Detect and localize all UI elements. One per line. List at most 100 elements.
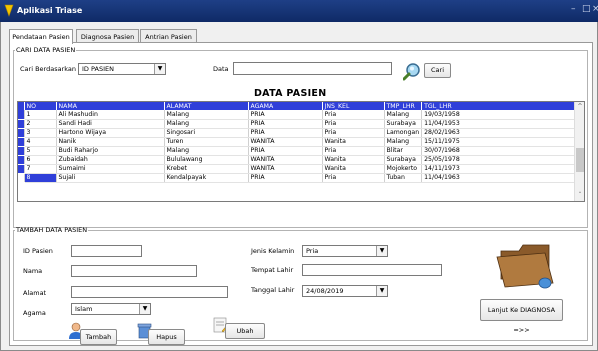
window-frame: Pendataan Pasien Diagnosa Pasien Antrian… xyxy=(0,22,598,351)
cell-tgl-lhr: 15/11/1975 xyxy=(421,137,583,147)
cell-tmp-lhr: Malang xyxy=(384,110,423,120)
maximize-icon[interactable]: □ xyxy=(582,4,591,14)
column-header-alamat[interactable]: ALAMAT xyxy=(164,102,249,110)
cell-tmp-lhr: Surabaya xyxy=(384,155,423,165)
app-icon xyxy=(4,4,14,17)
patient-table[interactable]: NO NAMA ALAMAT AGAMA JNS_KEL TMP_LHR TGL… xyxy=(17,101,585,202)
search-by-select[interactable]: ID PASIEN ▼ xyxy=(78,63,166,75)
cell-nama: Sandi Hadi xyxy=(56,119,165,129)
calendar-dropdown-icon: ▼ xyxy=(376,286,387,296)
tanggal-lahir-label: Tanggal Lahir xyxy=(251,286,295,294)
ubah-button[interactable]: Ubah xyxy=(225,323,265,339)
cell-alamat: Malang xyxy=(164,110,249,120)
cell-agama: PRIA xyxy=(248,110,323,120)
table-row[interactable]: 4 Nanik Turen WANITA Wanita Malang 15/11… xyxy=(18,137,583,147)
cell-nama: Nanik xyxy=(56,137,165,147)
cell-jns-kel: Pria xyxy=(322,146,385,156)
cell-nama: Sujali xyxy=(56,173,165,183)
close-icon[interactable]: × xyxy=(592,4,598,14)
cell-jns-kel: Wanita xyxy=(322,155,385,165)
cell-tmp-lhr: Surabaya xyxy=(384,119,423,129)
column-header-tmp-lhr[interactable]: TMP_LHR xyxy=(384,102,423,110)
cell-jns-kel: Pria xyxy=(322,110,385,120)
table-title: DATA PASIEN xyxy=(254,88,327,99)
scroll-down-icon[interactable]: ˇ xyxy=(575,191,584,201)
cell-nama: Ali Mashudin xyxy=(56,110,165,120)
jenis-kelamin-label: Jenis Kelamin xyxy=(251,247,295,255)
column-header-jns-kel[interactable]: JNS_KEL xyxy=(322,102,385,110)
table-row[interactable]: 5 Budi Raharjo Malang PRIA Pria Blitar 3… xyxy=(18,146,583,156)
scroll-up-icon[interactable]: ^ xyxy=(575,102,584,112)
cell-agama: WANITA xyxy=(248,155,323,165)
cell-agama: WANITA xyxy=(248,164,323,174)
table-scrollbar[interactable]: ^ ˇ xyxy=(574,102,584,201)
cell-no: 5 xyxy=(24,146,57,156)
id-pasien-label: ID Pasien xyxy=(23,247,53,255)
cell-jns-kel: Wanita xyxy=(322,137,385,147)
tambah-button[interactable]: Tambah xyxy=(80,329,117,345)
tab-panel-pendataan: CARI DATA PASIEN Cari Berdasarkan ID PAS… xyxy=(9,42,593,346)
tab-diagnosa-pasien[interactable]: Diagnosa Pasien xyxy=(76,29,139,43)
cell-jns-kel: Pria xyxy=(322,119,385,129)
tempat-lahir-input[interactable] xyxy=(302,264,442,276)
hapus-button[interactable]: Hapus xyxy=(148,329,185,345)
cell-tmp-lhr: Tuban xyxy=(384,173,423,183)
chevron-down-icon: ▼ xyxy=(139,304,150,314)
cell-tmp-lhr: Lamongan xyxy=(384,128,423,138)
cell-nama: Budi Raharjo xyxy=(56,146,165,156)
alamat-input[interactable] xyxy=(71,286,228,298)
table-row[interactable]: 8 Sujali Kendalpayak PRIA Pria Tuban 11/… xyxy=(18,173,583,183)
table-row[interactable]: 2 Sandi Hadi Malang PRIA Pria Surabaya 1… xyxy=(18,119,583,129)
table-row[interactable]: 1 Ali Mashudin Malang PRIA Pria Malang 1… xyxy=(18,110,583,120)
agama-select[interactable]: Islam ▼ xyxy=(71,303,151,315)
cell-no: 6 xyxy=(24,155,57,165)
search-by-value: ID PASIEN xyxy=(82,65,114,73)
tanggal-lahir-picker[interactable]: 24/08/2019 ▼ xyxy=(302,285,388,297)
cell-jns-kel: Wanita xyxy=(322,164,385,174)
cell-nama: Sumaimi xyxy=(56,164,165,174)
cell-tgl-lhr: 25/05/1978 xyxy=(421,155,583,165)
scroll-thumb[interactable] xyxy=(576,148,584,172)
column-header-no[interactable]: NO xyxy=(24,102,57,110)
cell-alamat: Bululawang xyxy=(164,155,249,165)
cell-tgl-lhr: 14/11/1973 xyxy=(421,164,583,174)
column-header-tgl-lhr[interactable]: TGL_LHR xyxy=(421,102,583,110)
search-by-label: Cari Berdasarkan xyxy=(20,65,76,73)
id-pasien-input[interactable] xyxy=(71,245,142,257)
cell-alamat: Krebet xyxy=(164,164,249,174)
cell-alamat: Malang xyxy=(164,119,249,129)
add-patient-legend: TAMBAH DATA PASIEN xyxy=(16,226,88,234)
cell-nama: Hartono Wijaya xyxy=(56,128,165,138)
nama-input[interactable] xyxy=(71,265,197,277)
cell-no: 3 xyxy=(24,128,57,138)
cell-no: 4 xyxy=(24,137,57,147)
cell-agama: PRIA xyxy=(248,128,323,138)
lanjut-diagnosa-button[interactable]: Lanjut Ke DIAGNOSA =>> xyxy=(480,299,563,334)
column-header-nama[interactable]: NAMA xyxy=(56,102,165,110)
table-row[interactable]: 6 Zubaidah Bululawang WANITA Wanita Sura… xyxy=(18,155,583,165)
search-button[interactable]: Cari xyxy=(424,63,451,78)
nama-label: Nama xyxy=(23,267,43,275)
tempat-lahir-label: Tempat Lahir xyxy=(251,266,294,274)
cell-tmp-lhr: Blitar xyxy=(384,146,423,156)
cell-no: 2 xyxy=(24,119,57,129)
cell-nama: Zubaidah xyxy=(56,155,165,165)
cell-no: 8 xyxy=(24,173,57,183)
jenis-kelamin-value: Pria xyxy=(306,247,319,255)
search-data-input[interactable] xyxy=(233,62,392,75)
cell-no: 1 xyxy=(24,110,57,120)
column-header-agama[interactable]: AGAMA xyxy=(248,102,323,110)
cell-agama: PRIA xyxy=(248,146,323,156)
title-bar: Aplikasi Triase – □ × xyxy=(0,0,598,22)
table-row[interactable]: 7 Sumaimi Krebet WANITA Wanita Mojokerto… xyxy=(18,164,583,174)
tab-antrian-pasien[interactable]: Antrian Pasien xyxy=(140,29,197,43)
jenis-kelamin-select[interactable]: Pria ▼ xyxy=(302,245,388,257)
cell-tgl-lhr: 28/02/1963 xyxy=(421,128,583,138)
tab-pendataan-pasien[interactable]: Pendataan Pasien xyxy=(9,29,73,44)
cell-jns-kel: Pria xyxy=(322,128,385,138)
folder-icon xyxy=(496,244,554,289)
cell-alamat: Singosari xyxy=(164,128,249,138)
minimize-icon[interactable]: – xyxy=(571,4,576,14)
table-row[interactable]: 3 Hartono Wijaya Singosari PRIA Pria Lam… xyxy=(18,128,583,138)
search-data-label: Data xyxy=(213,65,229,73)
